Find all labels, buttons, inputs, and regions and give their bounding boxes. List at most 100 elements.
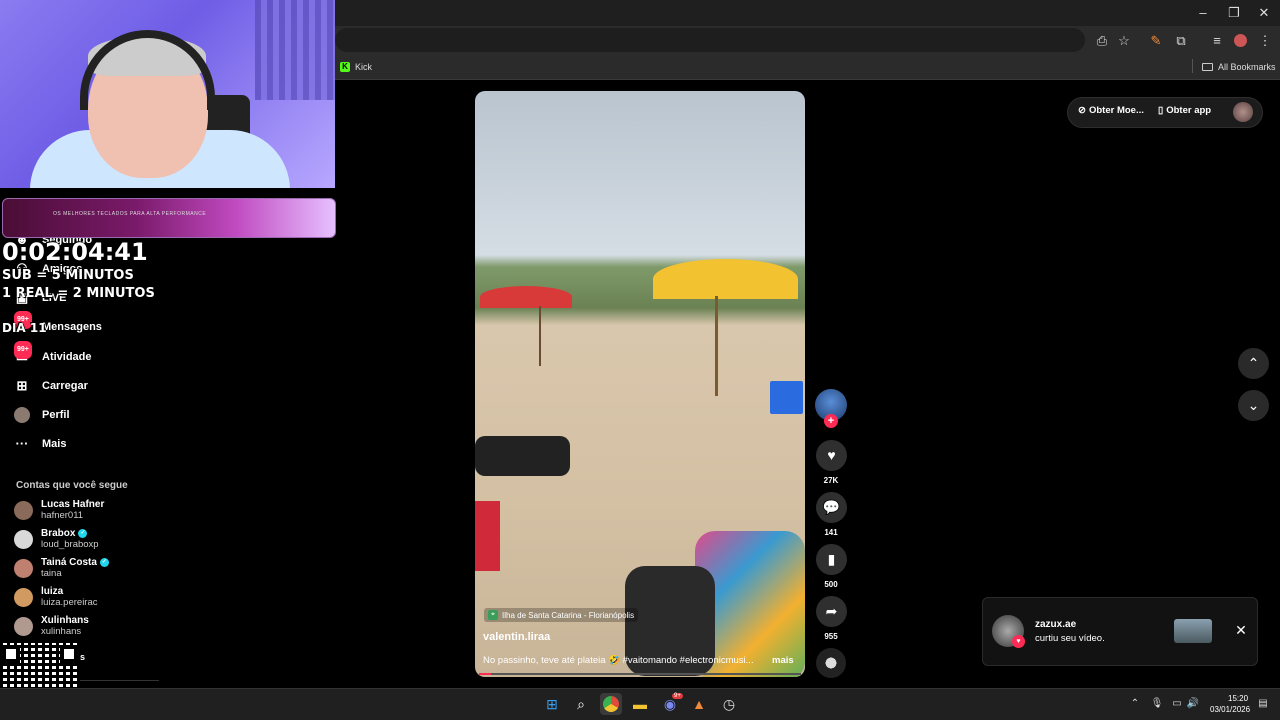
sidebar-item-upload[interactable]: ⊞ Carregar [14,374,88,398]
comment-button[interactable]: 💬 [816,492,847,523]
extensions-icon[interactable]: ⧉ [1172,32,1190,50]
following-account[interactable]: Tainá Costa ✓ taina [14,557,109,579]
follow-plus-icon[interactable]: + [824,414,838,428]
save-button[interactable]: ▮ [816,544,847,575]
avatar [14,558,33,578]
minimize-icon[interactable]: – [1193,4,1213,22]
user-avatar[interactable] [1233,102,1253,122]
bookmarks-divider [1192,59,1193,73]
get-app-button[interactable]: ▯ Obter app [1158,105,1211,116]
red-cooler [475,501,500,571]
get-coins-button[interactable]: ⊘ Obter Moe... [1078,105,1144,116]
blue-cooler [770,381,803,414]
subathon-timer: 0:02:04:41 [2,238,148,266]
bookmark-icon: ▮ [827,551,836,567]
chrome-icon[interactable] [600,693,622,715]
like-button[interactable]: ♥ [816,440,847,471]
clock-date[interactable]: 03/01/2026 [1210,705,1250,714]
video-progress-bar[interactable] [479,673,801,675]
app-icon[interactable]: ▲ [688,693,710,715]
video-author[interactable]: valentin.liraa [483,631,550,643]
share-icon: ➦ [825,603,838,619]
sidebar-item-label: Mais [42,438,67,450]
close-icon[interactable]: ✕ [1233,622,1249,638]
webcam-feed [0,0,335,188]
promo-text: OS MELHORES TECLADOS PARA ALTA PERFORMAN… [53,211,207,217]
sidebar-item-label: Mensagens [42,321,102,333]
window-blinds [255,0,335,100]
avatar [14,616,33,636]
umbrella-pole [715,296,718,396]
account-name: Brabox [41,528,76,539]
account-username: loud_braboxp [41,539,99,550]
account-name: Lucas Hafner [41,499,105,510]
share-count: 955 [824,632,838,641]
profile-icon[interactable] [1232,32,1250,50]
account-username: taina [41,568,62,579]
kick-logo-icon: K [340,62,350,72]
close-icon[interactable]: ✕ [1254,4,1274,22]
following-account[interactable]: Xulinhans xulinhans [14,615,89,637]
media-icon[interactable]: ≡ [1208,32,1226,50]
address-bar[interactable] [335,28,1085,52]
location-pin-icon: ⌖ [488,610,498,620]
heart-icon: ♥ [827,447,836,463]
account-name: Tainá Costa [41,557,97,568]
all-bookmarks-label: All Bookmarks [1218,62,1276,72]
verified-icon: ✓ [99,558,109,567]
avatar [14,500,33,520]
clock-app-icon[interactable]: ◷ [718,693,740,715]
music-disc-icon[interactable] [816,648,846,678]
next-video-button[interactable]: ⌄ [1238,390,1269,421]
discord-badge: 9+ [672,693,683,699]
kebab-menu-icon[interactable]: ⋮ [1256,32,1274,50]
sidebar-item-profile[interactable]: Perfil [14,403,70,427]
activity-icon: ▭99+ [14,341,32,365]
get-app-label: Obter app [1166,105,1212,116]
previous-video-button[interactable]: ⌃ [1238,348,1269,379]
real-rule-text: 1 REAL = 2 MINUTOS [2,286,155,301]
bookmark-kick[interactable]: K Kick [340,59,372,75]
chevron-up-icon: ⌃ [1247,355,1260,371]
share-button[interactable]: ➦ [816,596,847,627]
account-username: hafner011 [41,510,84,521]
windows-start-icon[interactable]: ⊞ [541,693,563,715]
more-icon: ··· [15,436,29,451]
phone-icon: ▯ [1158,105,1164,116]
video-player[interactable] [475,91,805,677]
account-name: Xulinhans [41,615,89,626]
volume-icon[interactable]: 🔊 [1186,697,1200,711]
following-account[interactable]: luiza luiza.pereirac [14,586,98,608]
restore-icon[interactable]: ❐ [1224,4,1244,22]
microphone-icon[interactable]: 🎙 [1150,697,1164,711]
following-account[interactable]: Brabox ✓ loud_braboxp [14,528,99,550]
sidebar-partial-label: s [80,652,86,662]
sidebar-item-label: Carregar [42,380,88,392]
pen-icon[interactable]: ✎ [1147,32,1165,50]
following-account[interactable]: Lucas Hafner hafner011 [14,499,104,521]
bookmark-kick-label: Kick [355,62,373,72]
star-icon[interactable]: ☆ [1115,32,1133,50]
caption-more-button[interactable]: mais [772,655,794,666]
clock-time[interactable]: 15:20 [1228,694,1248,703]
comment-icon: 💬 [822,499,841,515]
comment-count: 141 [824,528,838,537]
headset [80,30,215,110]
account-name: luiza [41,586,64,597]
profile-avatar-icon [14,407,30,423]
activity-badge: 99+ [14,341,32,359]
chevron-up-icon[interactable]: ⌃ [1128,697,1142,711]
location-tag[interactable]: ⌖ Ilha de Santa Catarina - Florianópolis [484,608,639,622]
account-username: luiza.pereirac [41,597,98,608]
red-umbrella [480,286,572,308]
location-text: Ilha de Santa Catarina - Florianópolis [502,610,635,620]
install-icon[interactable]: ⎙ [1093,32,1111,50]
sidebar-item-activity[interactable]: ▭99+ Atividade [14,341,92,369]
video-caption: No passinho, teve até plateia 🤣 #vaitoma… [483,655,754,666]
search-icon[interactable]: ⌕ [570,693,592,715]
sidebar-item-more[interactable]: ··· Mais [14,432,67,456]
network-icon[interactable]: ▭ [1170,697,1184,711]
file-explorer-icon[interactable]: ▬ [629,693,651,715]
notification-center-icon[interactable]: ▤ [1256,697,1270,711]
all-bookmarks-button[interactable]: All Bookmarks [1202,59,1276,75]
